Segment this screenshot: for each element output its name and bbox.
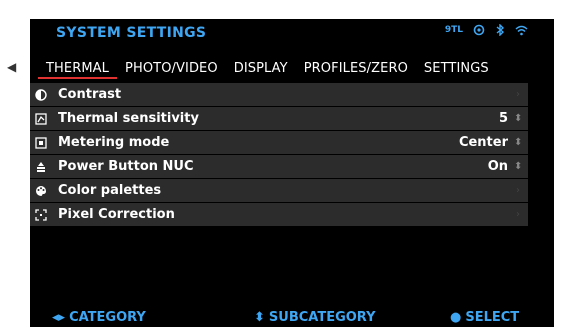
bluetooth-icon [495,24,505,36]
page-title: SYSTEM SETTINGS [56,25,207,41]
list-item-pixel-correction[interactable]: Pixel Correction › [30,203,528,226]
tab-display[interactable]: DISPLAY [226,61,296,79]
tab-settings[interactable]: SETTINGS [416,61,497,79]
list-item-label: Contrast [58,87,122,102]
device-screen: SYSTEM SETTINGS 9TL THERMAL PHOTO/VIDEO … [30,19,554,327]
list-item-label: Thermal sensitivity [58,111,199,126]
sensitivity-icon [34,112,48,126]
top-bar: SYSTEM SETTINGS 9TL [30,19,554,47]
wifi-icon [515,25,528,36]
select-hint-label: SELECT [465,310,520,325]
list-item-label: Color palettes [58,183,162,198]
list-item-label: Pixel Correction [58,207,175,222]
updown-icon[interactable]: ⬍ [514,161,522,172]
pixel-correction-icon [34,208,48,222]
chevron-right-icon: › [516,185,520,196]
list-item-contrast[interactable]: Contrast › [30,83,528,106]
tab-profiles-zero[interactable]: PROFILES/ZERO [296,61,416,79]
settings-list: Contrast › Thermal sensitivity 5 ⬍ Meter… [30,83,528,227]
updown-icon[interactable]: ⬍ [514,113,522,124]
contrast-icon [34,88,48,102]
select-dot-icon: ● [450,310,462,325]
category-hint: ◂▸ CATEGORY [52,310,146,325]
category-tabs: THERMAL PHOTO/VIDEO DISPLAY PROFILES/ZER… [38,55,497,79]
status-icons: 9TL [445,24,528,36]
list-item-value: Center [458,135,508,150]
up-down-icon: ⬍ [254,310,265,325]
power-nuc-icon [34,160,48,174]
updown-icon[interactable]: ⬍ [514,137,522,148]
tab-thermal[interactable]: THERMAL [38,61,118,79]
camera-status-icon [473,24,485,36]
list-item-metering-mode[interactable]: Metering mode Center ⬍ [30,131,528,154]
list-item-thermal-sensitivity[interactable]: Thermal sensitivity 5 ⬍ [30,107,528,130]
subcategory-hint-label: SUBCATEGORY [268,310,376,325]
list-item-value: 5 [498,111,508,126]
left-right-icon: ◂▸ [52,310,66,325]
footer-hints: ◂▸ CATEGORY ⬍ SUBCATEGORY ● SELECT [30,305,554,327]
chevron-right-icon: › [516,209,520,220]
list-item-label: Power Button NUC [58,159,194,174]
subcategory-hint: ⬍ SUBCATEGORY [254,310,376,325]
list-item-power-button-nuc[interactable]: Power Button NUC On ⬍ [30,155,528,178]
list-item-color-palettes[interactable]: Color palettes › [30,179,528,202]
metering-icon [34,136,48,150]
back-arrow-icon[interactable]: ◀ [7,60,16,74]
category-hint-label: CATEGORY [69,310,146,325]
list-item-label: Metering mode [58,135,170,150]
palette-icon [34,184,48,198]
status-badge: 9TL [444,25,463,35]
select-hint: ● SELECT [450,310,519,325]
chevron-right-icon: › [516,89,520,100]
list-item-value: On [487,159,508,174]
tab-photo-video[interactable]: PHOTO/VIDEO [117,61,226,79]
